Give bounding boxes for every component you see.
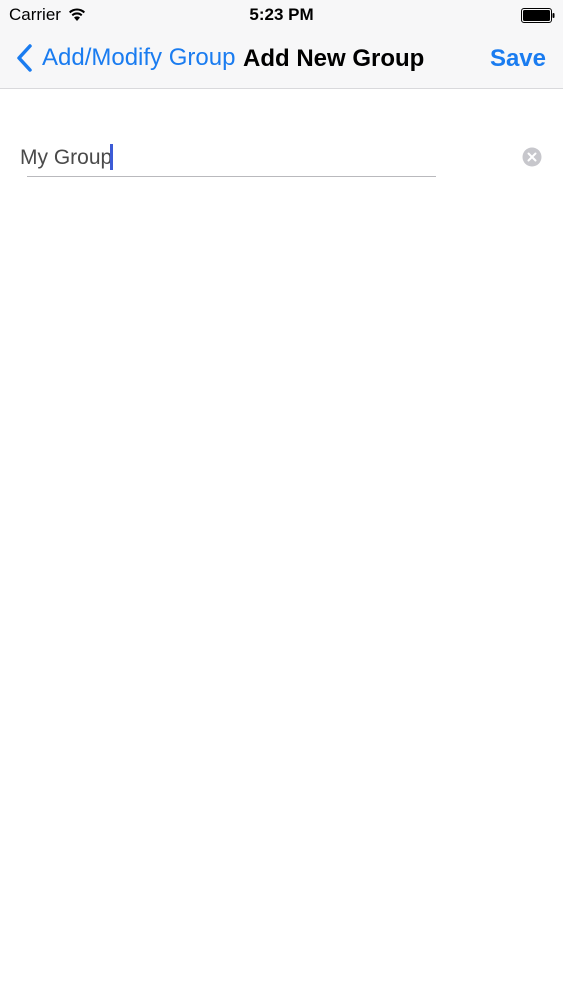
back-button-label: Add/Modify Group (42, 44, 236, 71)
back-button[interactable]: Add/Modify Group (14, 41, 235, 75)
clear-icon[interactable] (522, 147, 542, 167)
screen: Carrier 5:23 PM Add/Modify Group Add New… (0, 0, 563, 1000)
group-name-row (20, 138, 550, 178)
save-button[interactable]: Save (490, 45, 546, 73)
page-title: Add New Group (243, 45, 425, 72)
chevron-left-icon (17, 44, 32, 72)
battery-icon (521, 8, 555, 23)
navigation-bar: Add/Modify Group Add New Group Save (0, 30, 563, 88)
input-underline (27, 176, 436, 177)
top-bar: Carrier 5:23 PM Add/Modify Group Add New… (0, 0, 563, 89)
status-time: 5:23 PM (249, 5, 314, 24)
group-name-input[interactable] (20, 142, 440, 174)
status-bar: Carrier 5:23 PM (0, 0, 563, 30)
text-cursor (110, 144, 113, 170)
